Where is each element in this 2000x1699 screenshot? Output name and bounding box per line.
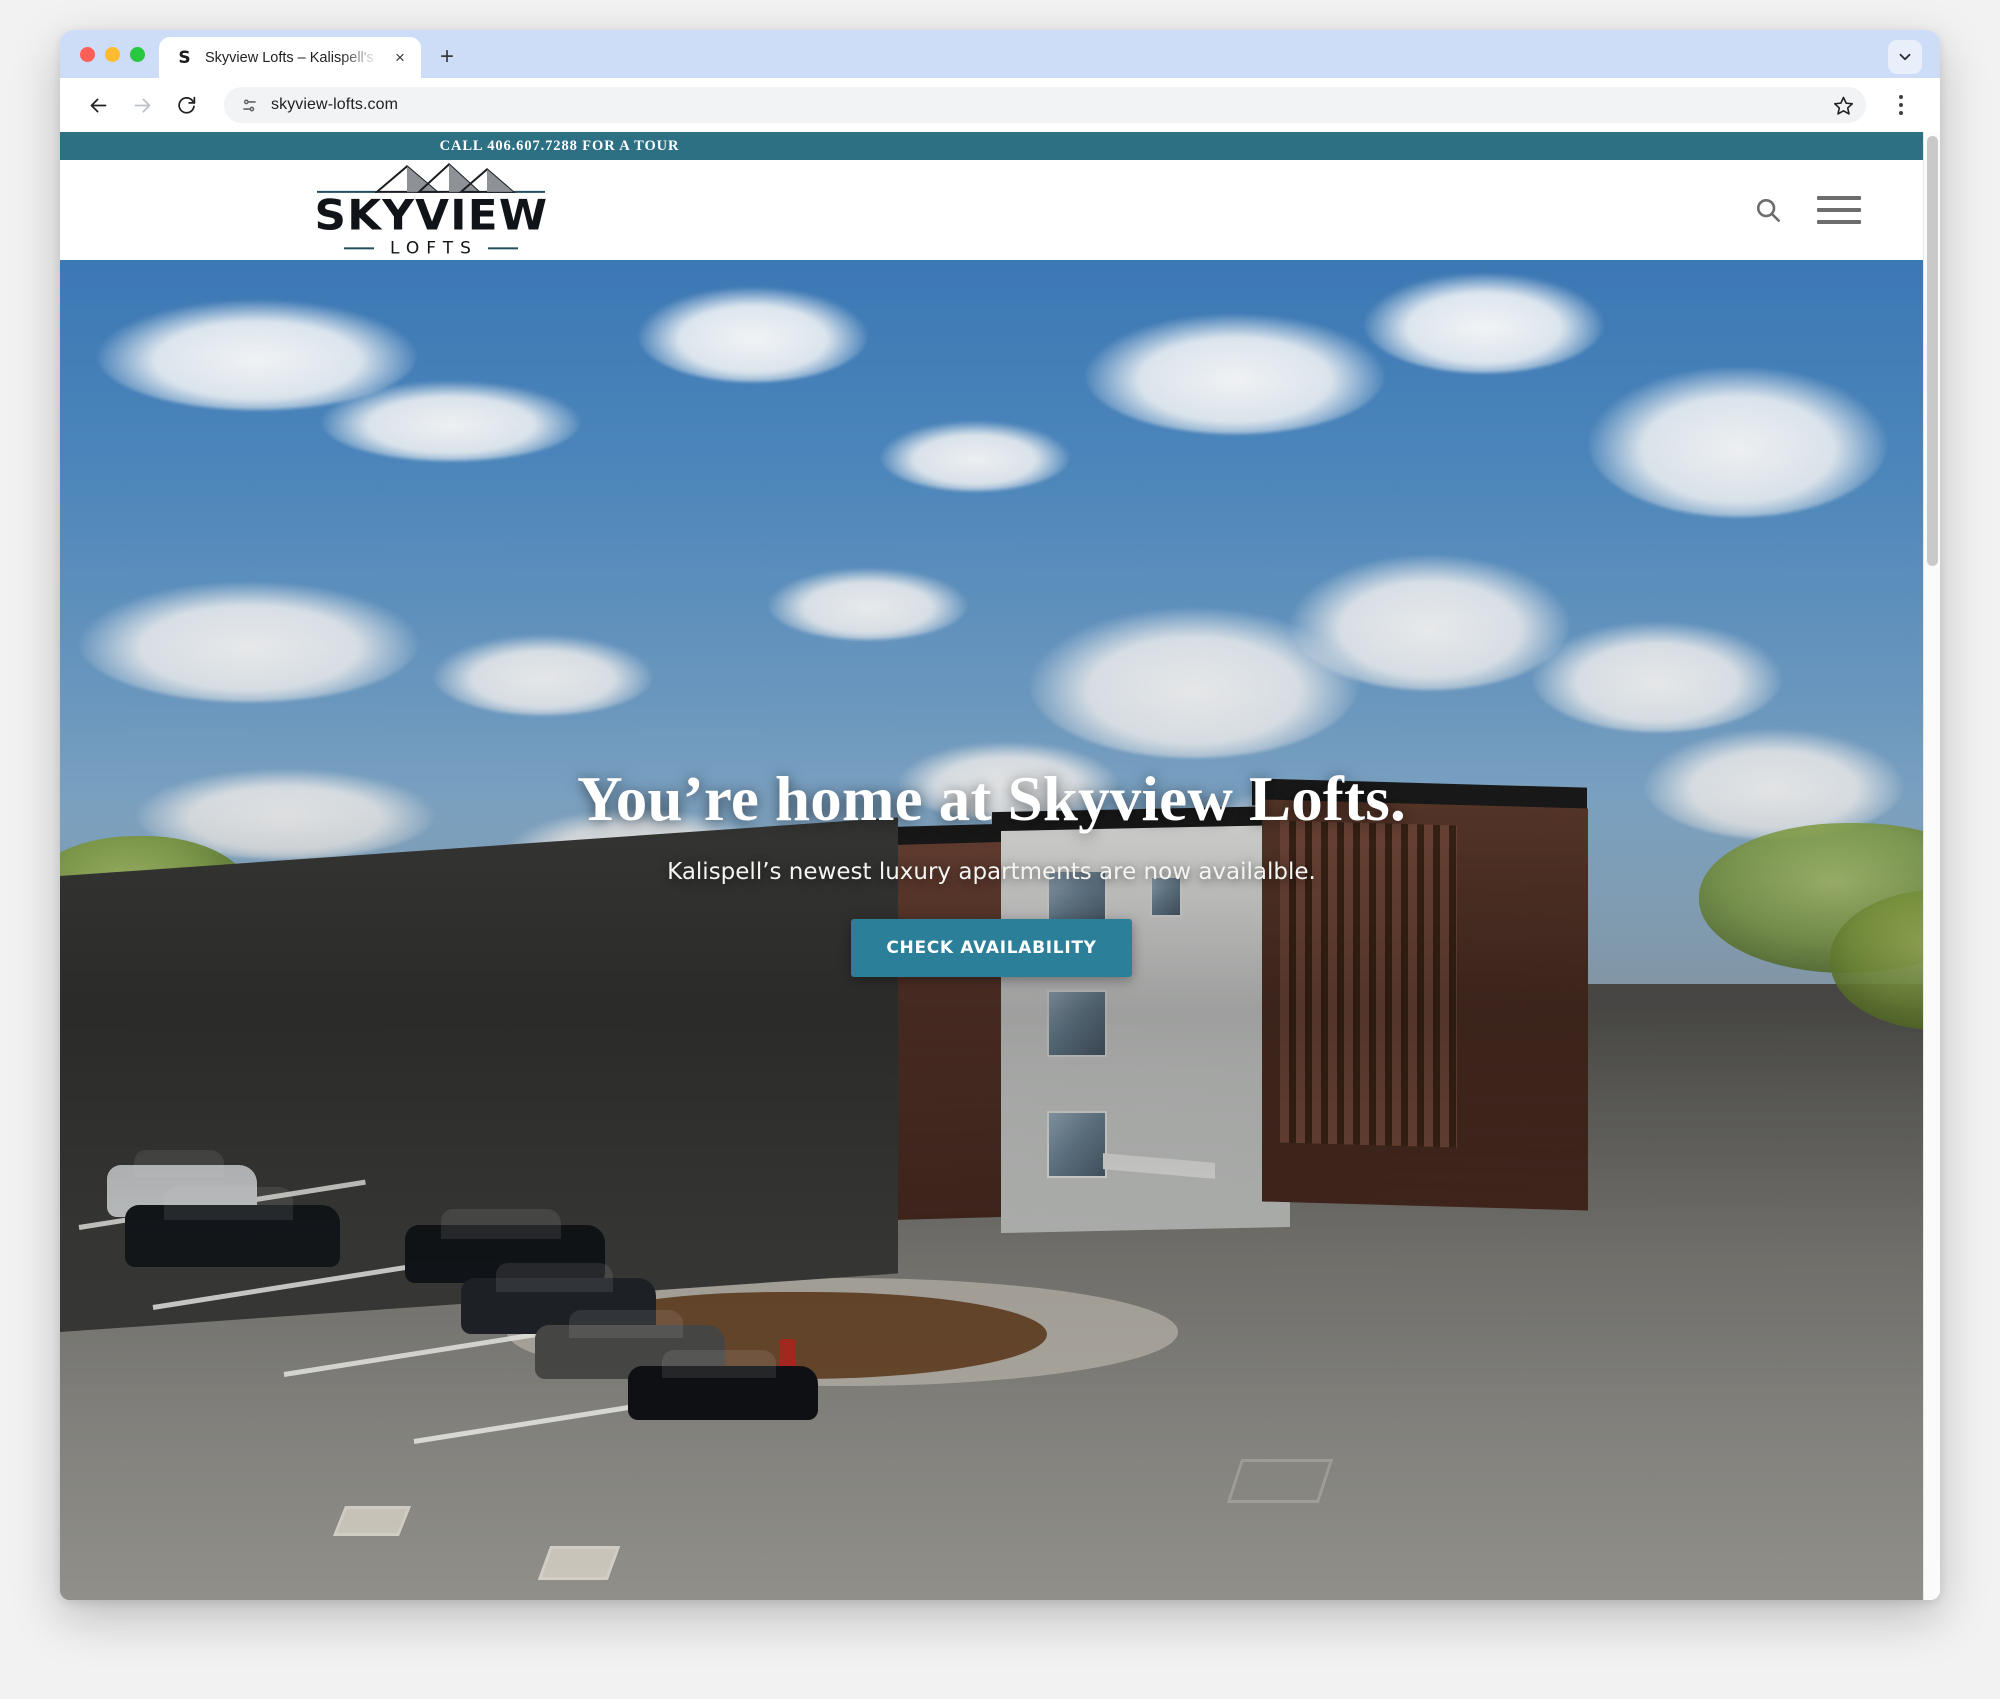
hamburger-menu-icon xyxy=(1817,196,1861,200)
search-icon xyxy=(1756,198,1780,222)
reload-button[interactable] xyxy=(166,85,206,125)
hero-content: You’re home at Skyview Lofts. Kalispell’… xyxy=(60,764,1923,978)
tab-search-button[interactable] xyxy=(1888,40,1922,74)
logo-subtitle: LOFTS xyxy=(390,238,478,259)
bookmark-button[interactable] xyxy=(1833,95,1854,116)
tab-title: Skyview Lofts – Kalispell's Ne xyxy=(205,49,378,66)
three-dot-menu-icon xyxy=(1899,103,1903,107)
site-settings-icon[interactable] xyxy=(240,96,259,115)
site-menu-button[interactable] xyxy=(1817,196,1861,224)
hero-headline: You’re home at Skyview Lofts. xyxy=(577,764,1406,834)
address-bar[interactable]: skyview-lofts.com xyxy=(224,87,1866,123)
forward-arrow-icon xyxy=(134,98,150,112)
logo-wordmark: SKYVIEW xyxy=(314,190,548,240)
announcement-text: CALL 406.607.7288 FOR A TOUR xyxy=(439,137,680,154)
three-dot-menu-icon xyxy=(1899,95,1903,99)
logo-subtitle-row: LOFTS xyxy=(315,239,547,259)
hero-subheadline: Kalispell’s newest luxury apartments are… xyxy=(667,859,1316,886)
back-button[interactable] xyxy=(78,85,118,125)
site-header: SKYVIEW LOFTS xyxy=(60,160,1923,260)
site-search-button[interactable] xyxy=(1753,195,1783,225)
browser-toolbar: skyview-lofts.com xyxy=(60,78,1940,132)
hamburger-menu-icon xyxy=(1817,220,1861,224)
hamburger-menu-icon xyxy=(1817,208,1861,212)
page-scrollbar[interactable] xyxy=(1923,132,1940,1600)
site-logo[interactable]: SKYVIEW LOFTS xyxy=(314,161,548,259)
close-tab-icon[interactable]: × xyxy=(389,47,411,69)
browser-menu-button[interactable] xyxy=(1884,85,1918,125)
check-availability-button[interactable]: CHECK AVAILABILITY xyxy=(851,919,1132,978)
chevron-down-icon xyxy=(1899,53,1911,61)
header-actions xyxy=(1753,195,1861,225)
minimize-window-button[interactable] xyxy=(105,46,120,62)
window-traffic-lights xyxy=(74,30,159,78)
reload-icon xyxy=(177,96,195,114)
back-arrow-icon xyxy=(90,98,106,112)
close-window-button[interactable] xyxy=(80,46,95,62)
hero-section: You’re home at Skyview Lofts. Kalispell’… xyxy=(60,260,1923,1600)
logo-rule-left xyxy=(344,247,375,250)
star-icon xyxy=(1833,96,1854,115)
maximize-window-button[interactable] xyxy=(130,46,145,62)
browser-window: S Skyview Lofts – Kalispell's Ne × + sky… xyxy=(60,30,1940,1600)
url-text: skyview-lofts.com xyxy=(271,96,399,113)
scrollbar-thumb[interactable] xyxy=(1927,136,1938,566)
tab-favicon-icon: S xyxy=(178,47,191,68)
three-dot-menu-icon xyxy=(1899,111,1903,115)
page-viewport: CALL 406.607.7288 FOR A TOUR SKYVIEW LOF… xyxy=(60,132,1940,1600)
logo-rule-right xyxy=(487,247,518,250)
browser-tab[interactable]: S Skyview Lofts – Kalispell's Ne × xyxy=(159,37,421,78)
announcement-bar[interactable]: CALL 406.607.7288 FOR A TOUR xyxy=(60,132,1923,160)
new-tab-button[interactable]: + xyxy=(430,40,464,74)
tab-strip: S Skyview Lofts – Kalispell's Ne × + xyxy=(60,30,1940,78)
website-page: CALL 406.607.7288 FOR A TOUR SKYVIEW LOF… xyxy=(60,132,1923,1600)
forward-button[interactable] xyxy=(122,85,162,125)
